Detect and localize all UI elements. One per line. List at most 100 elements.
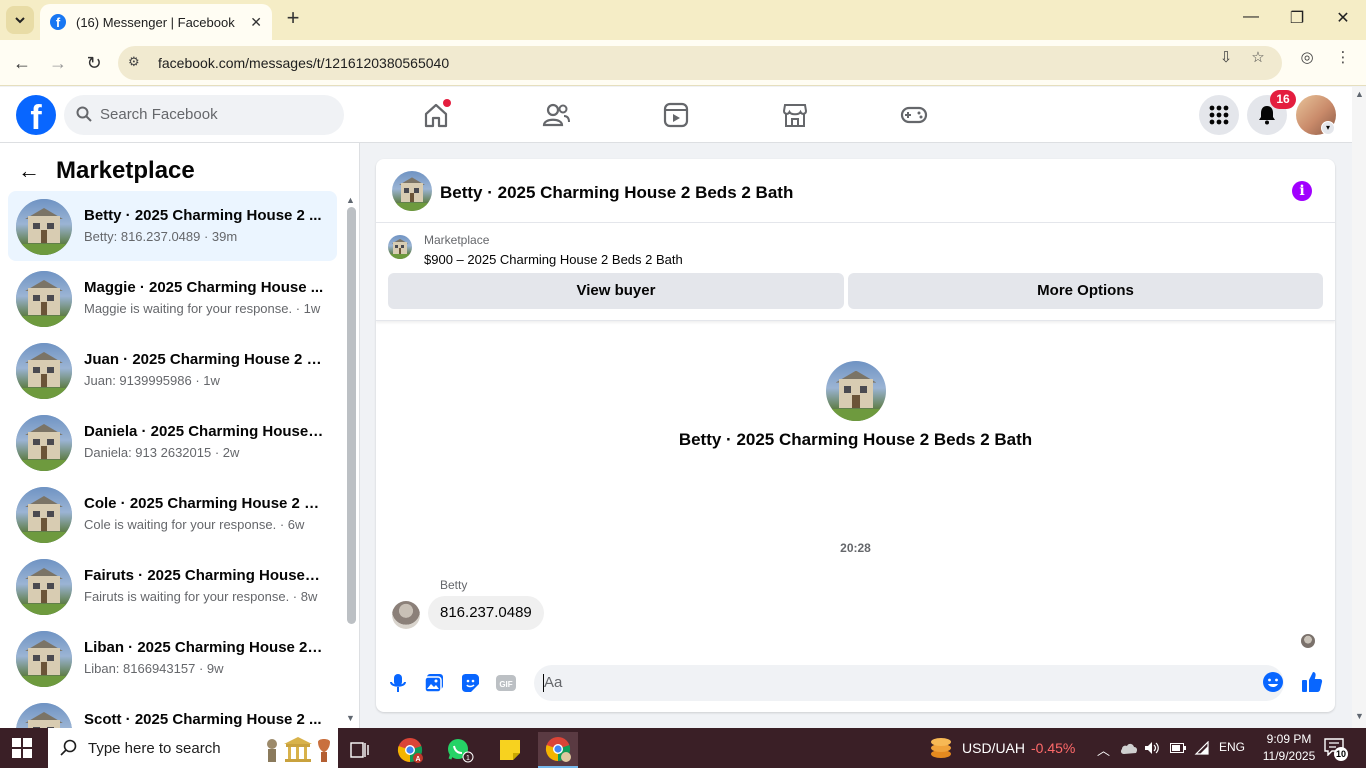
sidebar-scrollbar[interactable] xyxy=(347,207,356,624)
facebook-search-input[interactable]: Search Facebook xyxy=(64,95,344,135)
photo-icon[interactable] xyxy=(422,671,446,695)
conversation-item[interactable]: Betty · 2025 Charming House 2 ... Betty: … xyxy=(8,191,337,261)
apps-grid-icon xyxy=(1209,105,1229,125)
conversation-preview: Fairuts is waiting for your response. · … xyxy=(84,589,318,604)
volume-icon[interactable] xyxy=(1144,740,1160,756)
tab-search-button[interactable] xyxy=(6,6,34,34)
chat-panel: Betty · 2025 Charming House 2 Beds 2 Bat… xyxy=(376,159,1335,712)
info-icon[interactable]: i xyxy=(1292,181,1312,201)
browser-tab[interactable]: f (16) Messenger | Facebook ✕ xyxy=(40,4,272,40)
conversation-name: Scott · 2025 Charming House 2 ... xyxy=(84,711,322,728)
chevron-down-icon xyxy=(15,17,25,24)
conversation-item[interactable]: Fairuts · 2025 Charming House 2... Fairut… xyxy=(8,551,337,621)
microphone-icon[interactable] xyxy=(386,671,410,695)
address-bar[interactable]: ⚙ facebook.com/messages/t/12161203805650… xyxy=(118,46,1282,80)
sticky-notes-button[interactable] xyxy=(490,732,530,768)
close-window-button[interactable]: ✕ xyxy=(1328,8,1358,32)
onedrive-cloud-icon[interactable] xyxy=(1120,741,1138,755)
back-arrow-icon[interactable]: ← xyxy=(18,158,46,184)
page-scroll-down-icon[interactable]: ▼ xyxy=(1355,711,1364,721)
conversation-avatar xyxy=(16,703,72,728)
facebook-header: f Search Facebook xyxy=(0,87,1352,143)
battery-icon[interactable] xyxy=(1170,742,1186,754)
conversation-item[interactable]: Cole · 2025 Charming House 2 B... Cole is… xyxy=(8,479,337,549)
chat-title[interactable]: Betty · 2025 Charming House 2 Beds 2 Bat… xyxy=(440,183,793,203)
install-app-icon[interactable]: ⇩ xyxy=(1216,48,1236,68)
windows-start-icon[interactable] xyxy=(12,738,32,758)
restore-button[interactable]: ❐ xyxy=(1282,8,1312,32)
more-options-button[interactable]: More Options xyxy=(848,273,1323,309)
tray-overflow-chevron-icon[interactable]: ︿ xyxy=(1097,740,1110,759)
reload-button[interactable]: ↻ xyxy=(81,50,107,76)
page-scrollbar[interactable]: ▲ ▼ xyxy=(1352,87,1366,728)
svg-text:GIF: GIF xyxy=(499,680,512,689)
emoji-icon[interactable] xyxy=(1262,671,1284,693)
forward-button[interactable]: → xyxy=(45,50,71,76)
sender-avatar[interactable] xyxy=(392,601,420,629)
sticky-notes-icon xyxy=(500,740,520,760)
gif-icon[interactable]: GIF xyxy=(494,671,518,695)
home-notification-dot xyxy=(443,99,451,107)
chrome-profile-a-button[interactable]: A xyxy=(390,732,430,768)
video-icon[interactable] xyxy=(660,99,692,131)
tab-close-icon[interactable]: ✕ xyxy=(250,14,262,31)
listing-avatar[interactable] xyxy=(392,171,432,211)
chrome-active-button[interactable] xyxy=(538,732,578,768)
site-info-icon[interactable]: ⚙ xyxy=(128,54,146,72)
scroll-down-icon[interactable]: ▼ xyxy=(346,713,355,723)
menu-button[interactable] xyxy=(1199,95,1239,135)
ticker-label[interactable]: USD/UAH xyxy=(962,740,1025,756)
text-caret xyxy=(543,674,544,692)
message-input[interactable]: Aa xyxy=(534,665,1284,701)
intro-avatar xyxy=(826,361,886,421)
back-button[interactable]: ← xyxy=(9,50,35,76)
clock-time: 9:09 PM xyxy=(1266,732,1312,746)
taskbar-clock[interactable]: 9:09 PM 11/9/2025 xyxy=(1254,731,1324,765)
notification-badge: 16 xyxy=(1270,90,1296,109)
currency-coins-icon xyxy=(931,738,951,758)
conversation-item[interactable]: Maggie · 2025 Charming House ... Maggie i… xyxy=(8,263,337,333)
taskbar-search-box[interactable]: Type here to search xyxy=(48,728,338,768)
action-center-button[interactable]: 10 xyxy=(1324,738,1348,761)
thumbs-up-icon[interactable] xyxy=(1300,670,1324,694)
new-tab-button[interactable]: + xyxy=(282,7,304,30)
browser-toolbar: ← → ↻ ⚙ facebook.com/messages/t/12161203… xyxy=(0,40,1366,86)
gaming-icon[interactable] xyxy=(898,99,930,131)
conversation-name: Cole · 2025 Charming House 2 B... xyxy=(84,495,324,512)
search-icon xyxy=(76,106,92,122)
scroll-up-icon[interactable]: ▲ xyxy=(346,195,355,205)
account-chevron-icon[interactable]: ▾ xyxy=(1321,121,1335,135)
sticker-icon[interactable] xyxy=(458,671,482,695)
page-scroll-up-icon[interactable]: ▲ xyxy=(1355,89,1364,99)
conversation-item[interactable]: Liban · 2025 Charming House 2 ... Liban: … xyxy=(8,623,337,693)
conversation-item[interactable]: Juan · 2025 Charming House 2 B... Juan: 9… xyxy=(8,335,337,405)
view-buyer-button[interactable]: View buyer xyxy=(388,273,844,309)
minimize-button[interactable]: — xyxy=(1236,8,1266,32)
bookmark-star-icon[interactable]: ☆ xyxy=(1248,48,1268,68)
clock-date: 11/9/2025 xyxy=(1262,749,1316,763)
facebook-logo[interactable]: f xyxy=(16,95,56,135)
conversation-preview: Cole is waiting for your response. · 6w xyxy=(84,517,305,532)
message-bubble[interactable]: 816.237.0489 xyxy=(428,596,544,630)
chrome-icon xyxy=(545,737,571,762)
listing-title[interactable]: $900 – 2025 Charming House 2 Beds 2 Bath xyxy=(424,252,683,267)
whatsapp-button[interactable]: 1 xyxy=(440,732,480,768)
friends-icon[interactable] xyxy=(540,99,572,131)
message-timestamp: 20:28 xyxy=(840,541,871,555)
conversation-preview: Liban: 8166943157 · 9w xyxy=(84,661,224,676)
profile-icon[interactable]: ◎ xyxy=(1297,48,1317,68)
svg-text:1: 1 xyxy=(466,755,470,762)
conversation-item[interactable]: Scott · 2025 Charming House 2 ... xyxy=(8,695,337,728)
chrome-icon: A xyxy=(397,738,423,763)
task-view-button[interactable] xyxy=(340,732,380,768)
sidebar-header: ← Marketplace xyxy=(18,157,195,185)
taskbar-search-placeholder: Type here to search xyxy=(88,740,221,757)
listing-thumbnail xyxy=(388,235,412,259)
language-indicator[interactable]: ENG xyxy=(1219,740,1245,754)
marketplace-icon[interactable] xyxy=(779,99,811,131)
conversation-item[interactable]: Daniela · 2025 Charming House ... Daniela… xyxy=(8,407,337,477)
conversation-name: Betty · 2025 Charming House 2 ... xyxy=(84,207,322,224)
whatsapp-icon: 1 xyxy=(448,739,474,763)
wifi-icon[interactable] xyxy=(1194,741,1210,755)
browser-menu-icon[interactable]: ⋮ xyxy=(1333,48,1353,68)
